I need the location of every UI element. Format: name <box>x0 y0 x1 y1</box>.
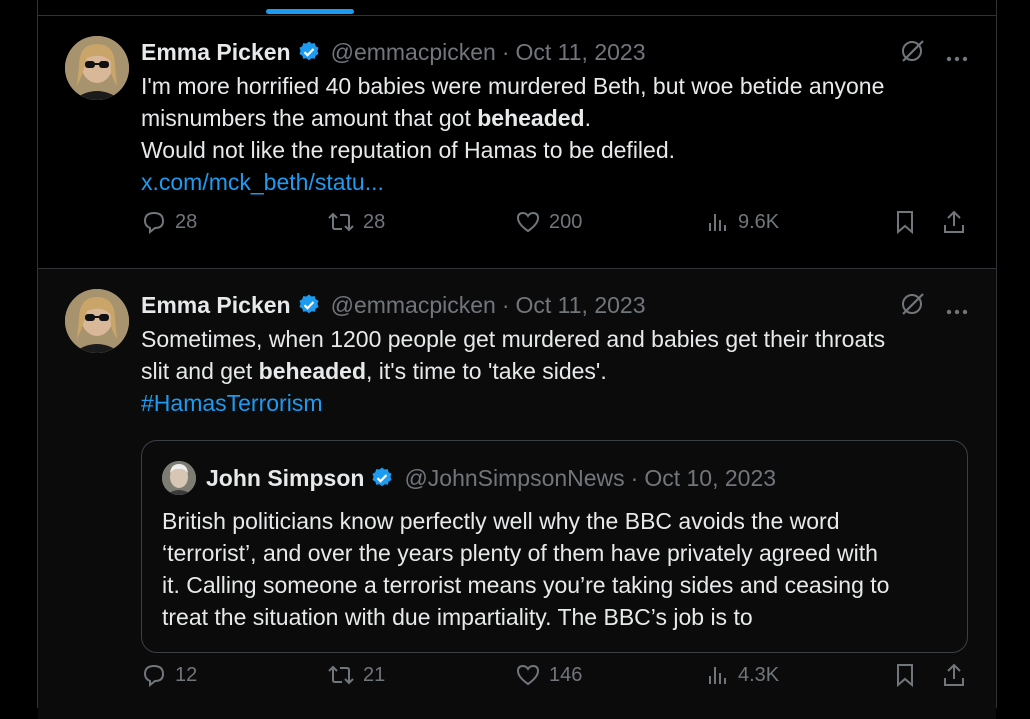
repost-count: 21 <box>363 663 386 686</box>
reply-icon <box>143 664 165 687</box>
more-icon[interactable] <box>946 294 968 321</box>
text-fragment: slit and get <box>141 358 259 384</box>
timeline: Emma Picken @emmacpicken · Oct 11, 2023 <box>37 0 997 719</box>
bookmark-icon <box>897 664 913 688</box>
grok-icon[interactable] <box>900 38 926 70</box>
views-icon <box>709 214 726 231</box>
separator: · <box>630 464 639 491</box>
tweet-header: Emma Picken @emmacpicken · Oct 11, 2023 <box>141 289 968 321</box>
tweet-content: Emma Picken @emmacpicken · Oct 11, 2023 <box>141 36 968 198</box>
quote-date[interactable]: Oct 10, 2023 <box>644 465 776 492</box>
share-button[interactable] <box>941 209 967 235</box>
more-icon[interactable] <box>946 41 968 68</box>
bookmark-button[interactable] <box>893 209 917 235</box>
share-icon <box>944 210 964 233</box>
bookmark-button[interactable] <box>893 662 917 688</box>
tweet-text-line: I'm more horrified 40 babies were murder… <box>141 73 885 99</box>
bookmark-icon <box>897 211 913 235</box>
tweet-header: Emma Picken @emmacpicken · Oct 11, 2023 <box>141 36 968 68</box>
hashtag-link[interactable]: #HamasTerrorism <box>141 387 968 419</box>
tweet-date[interactable]: Oct 11, 2023 <box>516 292 646 319</box>
reply-button[interactable]: 28 <box>141 210 197 234</box>
avatar[interactable] <box>65 289 129 353</box>
author-handle[interactable]: @emmacpicken <box>331 39 496 66</box>
quote-text-line: British politicians know perfectly well … <box>162 508 840 534</box>
tweet-text-line: Sometimes, when 1200 people get murdered… <box>141 326 886 352</box>
avatar[interactable] <box>65 36 129 100</box>
quote-header: John Simpson @JohnSimpsonNews · Oct 10, … <box>162 461 776 495</box>
text-fragment: , it's time to 'take sides'. <box>366 358 607 384</box>
tweet-text-line: slit and get beheaded, it's time to 'tak… <box>141 355 968 387</box>
views-icon <box>709 667 726 684</box>
quoted-tweet[interactable]: John Simpson @JohnSimpsonNews · Oct 10, … <box>141 440 968 653</box>
like-count: 200 <box>549 210 583 233</box>
quote-author-name[interactable]: John Simpson <box>206 465 364 492</box>
author-name[interactable]: Emma Picken <box>141 292 291 319</box>
reply-icon <box>143 211 165 234</box>
tweet-link[interactable]: x.com/mck_beth/statu... <box>141 166 968 198</box>
quote-text-line: treat the situation with due impartialit… <box>162 604 753 630</box>
view-count: 9.6K <box>738 210 780 233</box>
like-button[interactable]: 146 <box>515 663 582 687</box>
reply-count: 12 <box>175 663 198 686</box>
repost-count: 28 <box>363 210 386 233</box>
view-count: 4.3K <box>738 663 780 686</box>
repost-icon <box>328 212 354 232</box>
like-icon <box>516 211 540 233</box>
separator: · <box>501 291 510 318</box>
tweet[interactable]: Emma Picken @emmacpicken · Oct 11, 2023 <box>38 269 996 719</box>
text-fragment: misnumbers the amount that got <box>141 105 478 131</box>
tweet-text: Sometimes, when 1200 people get murdered… <box>141 323 968 419</box>
bold-text: beheaded <box>258 358 367 384</box>
quote-text-line: it. Calling someone a terrorist means yo… <box>162 572 890 598</box>
verified-badge-icon <box>297 293 321 317</box>
tweet-text-line: Would not like the reputation of Hamas t… <box>141 137 676 163</box>
views-button[interactable]: 9.6K <box>706 210 779 234</box>
reply-count: 28 <box>175 210 198 233</box>
share-button[interactable] <box>941 662 967 688</box>
quote-text: British politicians know perfectly well … <box>162 505 947 633</box>
quote-author-handle[interactable]: @JohnSimpsonNews <box>404 465 624 492</box>
bold-text: beheaded <box>477 105 585 131</box>
verified-badge-icon <box>297 40 321 64</box>
views-button[interactable]: 4.3K <box>706 663 779 687</box>
tweet-content: Emma Picken @emmacpicken · Oct 11, 2023 <box>141 289 968 419</box>
active-tab-indicator <box>266 9 354 14</box>
tweet[interactable]: Emma Picken @emmacpicken · Oct 11, 2023 <box>38 16 996 269</box>
like-count: 146 <box>549 663 583 686</box>
like-button[interactable]: 200 <box>515 210 582 234</box>
grok-icon[interactable] <box>900 291 926 323</box>
verified-badge-icon <box>370 466 394 490</box>
repost-icon <box>328 665 354 685</box>
repost-button[interactable]: 21 <box>327 663 385 687</box>
author-name[interactable]: Emma Picken <box>141 39 291 66</box>
quote-avatar[interactable] <box>162 461 196 495</box>
tweet-text-line: misnumbers the amount that got beheaded. <box>141 102 968 134</box>
repost-button[interactable]: 28 <box>327 210 385 234</box>
tweet-date[interactable]: Oct 11, 2023 <box>516 39 646 66</box>
author-handle[interactable]: @emmacpicken <box>331 292 496 319</box>
quote-text-line: ‘terrorist’, and over the years plenty o… <box>162 540 878 566</box>
separator: · <box>501 38 510 65</box>
text-fragment: . <box>584 105 591 131</box>
share-icon <box>944 663 964 686</box>
reply-button[interactable]: 12 <box>141 663 197 687</box>
like-icon <box>516 664 540 686</box>
tweet-text: I'm more horrified 40 babies were murder… <box>141 70 968 198</box>
